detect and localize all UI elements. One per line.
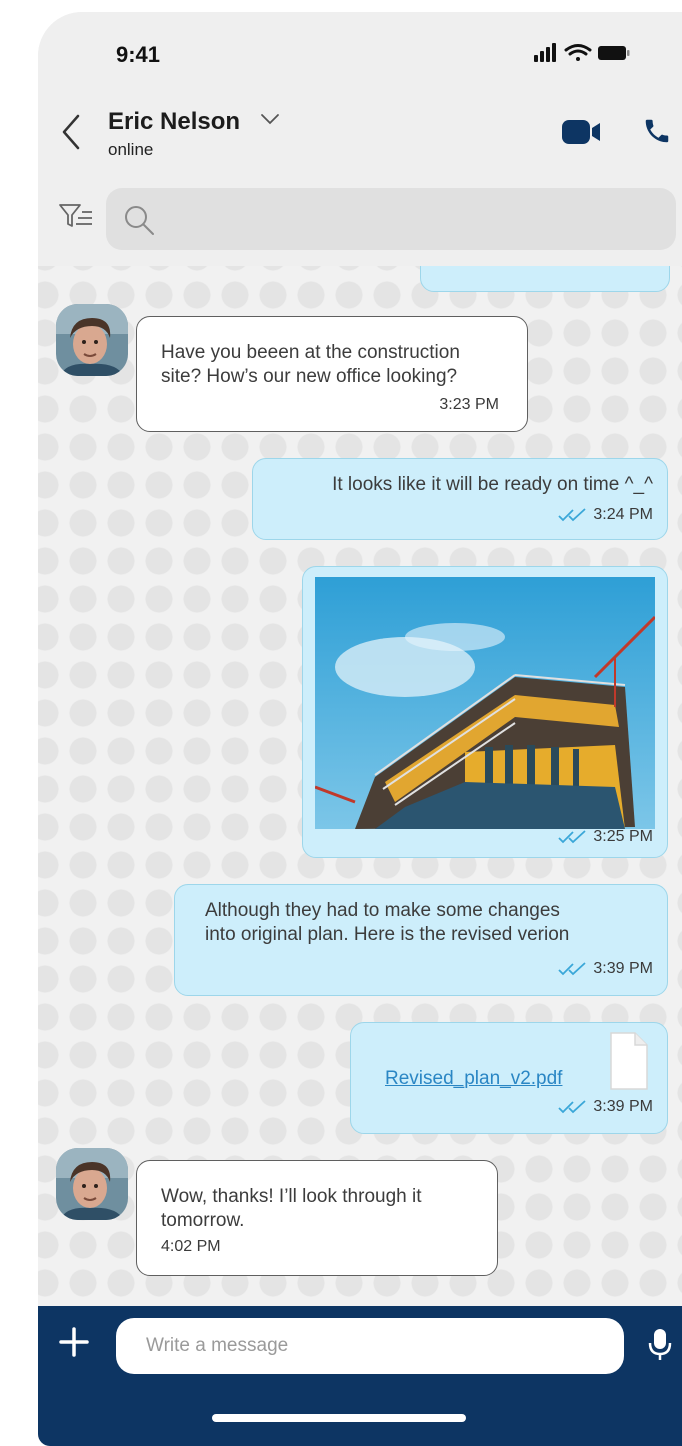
contact-name[interactable]: Eric Nelson [108,108,240,136]
phone-screen: 9:41 Eric Nelson online Have you beeen a… [38,12,682,1446]
search-icon [125,206,154,235]
back-chevron-icon [62,114,80,150]
read-receipt-icon [558,1100,587,1114]
message-bubble-file[interactable]: Revised_plan_v2.pdf 3:39 PM [350,1022,668,1134]
search-input[interactable] [162,198,646,242]
filter-button[interactable] [58,202,96,235]
voice-call-button[interactable] [642,116,672,151]
contact-avatar[interactable] [56,304,128,376]
contact-menu-button[interactable] [260,112,280,131]
file-icon[interactable] [609,1031,649,1091]
read-receipt-icon [558,830,587,844]
message-text-line: Have you beeen at the construction [161,342,460,363]
video-call-icon [562,120,600,144]
battery-icon [598,46,630,60]
message-text-line: tomorrow. [161,1210,245,1231]
avatar-photo [56,1148,128,1220]
message-input[interactable] [116,1318,624,1374]
message-bubble-outgoing[interactable]: Although they had to make some changes i… [174,884,668,996]
avatar-photo [56,304,128,376]
search-bar[interactable] [106,188,676,250]
message-time: 3:39 PM [593,1098,653,1115]
composer-bar [38,1306,682,1446]
message-meta: 3:39 PM [557,1095,653,1119]
message-bubble-outgoing[interactable]: It looks like it will be ready on time ^… [252,458,668,540]
message-time: 3:23 PM [439,396,499,413]
contact-avatar[interactable] [56,1148,128,1220]
message-bubble-image[interactable]: 3:25 PM [302,566,668,858]
message-list[interactable]: Have you beeen at the construction site?… [38,266,682,1306]
status-icons [534,42,666,69]
phone-icon [645,119,669,143]
message-meta: 3:24 PM [557,503,653,527]
message-time: 4:02 PM [161,1238,221,1255]
message-time: 3:25 PM [593,828,653,845]
message-text: It looks like it will be ready on time ^… [332,474,653,495]
contact-status: online [108,140,154,159]
message-bubble-incoming[interactable]: Have you beeen at the construction site?… [136,316,528,432]
wifi-icon [564,44,592,61]
attach-button[interactable] [58,1326,90,1363]
message-text-line: into original plan. Here is the revised … [205,924,570,945]
message-time: 3:39 PM [593,960,653,977]
microphone-icon [648,1329,672,1360]
video-call-button[interactable] [560,118,604,151]
voice-message-button[interactable] [648,1328,672,1367]
signal-icon [534,43,556,62]
message-meta: 3:39 PM [557,957,653,981]
status-time: 9:41 [116,42,161,67]
chat-header: 9:41 Eric Nelson online [38,12,682,266]
read-receipt-icon [558,962,587,976]
message-bubble-incoming[interactable]: Wow, thanks! I’ll look through it tomorr… [136,1160,498,1276]
read-receipt-icon [558,508,587,522]
plus-icon [59,1327,89,1357]
message-text-line: Although they had to make some changes [205,900,560,921]
dropdown-chevron-icon [261,114,279,125]
message-text-line: Wow, thanks! I’ll look through it [161,1186,422,1207]
filter-icon [59,204,92,227]
home-indicator[interactable] [212,1414,466,1422]
back-button[interactable] [60,112,82,157]
file-link[interactable]: Revised_plan_v2.pdf [385,1067,562,1091]
construction-photo[interactable] [315,577,655,829]
message-bubble-partial [420,266,670,292]
message-time: 3:24 PM [593,506,653,523]
message-meta: 3:25 PM [557,825,653,849]
message-text-line: site? How’s our new office looking? [161,366,458,387]
